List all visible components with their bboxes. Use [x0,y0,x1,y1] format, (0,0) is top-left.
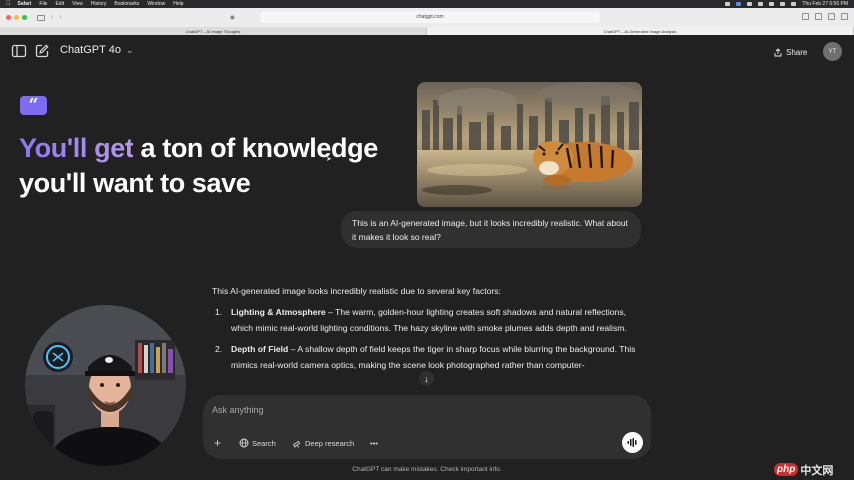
menu-app-safari[interactable]: Safari [18,1,32,7]
browser-tab[interactable]: ChatGPT – AI Image Thoughts [0,27,427,35]
control-center-icon[interactable] [791,2,797,6]
menu-bookmarks[interactable]: Bookmarks [114,1,139,7]
close-window-button[interactable] [6,15,11,20]
search-label: Search [252,438,276,448]
download-icon[interactable] [802,13,809,20]
mouse-cursor-icon: ➤ [326,156,332,163]
list-item-text: – A shallow depth of field keeps the tig… [231,344,636,370]
deep-research-label: Deep research [305,438,355,448]
menu-edit[interactable]: Edit [55,1,64,7]
attach-button[interactable]: + [214,436,221,450]
tab-overview-icon[interactable] [841,13,848,20]
user-message-bubble: This is an AI-generated image, but it lo… [341,211,641,248]
webcam-overlay [25,305,186,466]
user-avatar[interactable]: YT [823,42,842,61]
macos-menu-bar:  Safari File Edit View History Bookmark… [0,0,854,8]
forward-arrow-icon[interactable]: › [59,14,61,21]
new-chat-icon[interactable] [34,43,50,59]
list-item-title: Lighting & Atmosphere [231,307,326,317]
list-item-number: 2. [215,344,223,354]
spotlight-icon[interactable] [780,2,786,6]
voice-mode-button[interactable] [622,432,643,453]
telescope-icon [292,440,301,448]
tab-strip: ChatGPT – AI Image Thoughts ChatGPT – AI… [0,27,854,35]
tiger-illustration [417,82,642,207]
promo-headline-accent: You'll get [19,133,134,163]
quote-glyph: “ [28,95,39,115]
new-tab-icon[interactable] [828,13,835,20]
promo-headline: You'll get a ton of knowledge you'll wan… [19,131,419,201]
disclaimer: ChatGPT can make mistakes. Check importa… [352,466,502,473]
arrow-down-icon: ↓ [424,373,429,384]
back-arrow-icon[interactable]: ‹ [51,14,53,21]
menu-file[interactable]: File [39,1,47,7]
menu-clock[interactable]: Thu Feb 27 6:56 PM [802,1,848,7]
model-selector[interactable]: ChatGPT 4o ⌄ [60,44,134,56]
sidebar-toggle-icon[interactable] [37,14,45,21]
chat-header: ChatGPT 4o ⌄ Share YT [0,35,854,69]
upload-icon [774,47,782,56]
share-button[interactable]: Share [769,43,812,61]
status-icon[interactable] [725,2,731,6]
site-watermark: php 中文网 [774,461,833,478]
list-item: 1. Lighting & Atmosphere – The warm, gol… [212,304,640,336]
list-item-body: Lighting & Atmosphere – The warm, golden… [231,304,640,336]
share-sheet-icon[interactable] [815,13,822,20]
menu-history[interactable]: History [91,1,107,7]
battery-icon[interactable] [758,2,764,6]
privacy-shield-icon[interactable]: ◉ [230,14,235,21]
list-item-title: Depth of Field [231,344,289,354]
zoom-window-button[interactable] [22,15,27,20]
browser-toolbar: ‹ › ◉ chatgpt.com [0,8,854,27]
search-button[interactable]: Search [239,436,276,450]
prompt-input[interactable] [212,402,632,418]
wifi-icon[interactable] [769,2,775,6]
sidebar-toggle-icon[interactable] [11,43,27,59]
user-message-text: This is an AI-generated image, but it lo… [352,218,628,242]
address-bar[interactable]: chatgpt.com [260,11,600,23]
quote-icon: “ [20,96,47,115]
watermark-logo: php [774,463,799,476]
menu-help[interactable]: Help [173,1,183,7]
list-item: 2. Depth of Field – A shallow depth of f… [212,341,640,373]
scroll-down-button[interactable]: ↓ [419,371,434,386]
model-name: ChatGPT 4o [60,44,121,56]
browser-tab-label: ChatGPT – AI Image Thoughts [185,28,241,34]
browser-tab-label: ChatGPT – AI-Generated Image Analysis [603,28,677,34]
apple-icon[interactable]:  [6,1,11,7]
response-list: 1. Lighting & Atmosphere – The warm, gol… [212,304,640,373]
more-icon: ••• [370,438,378,448]
globe-icon [239,438,249,448]
more-options-button[interactable]: ••• [370,436,378,450]
plus-icon: + [214,436,222,450]
window-controls [6,15,27,20]
deep-research-button[interactable]: Deep research [292,436,354,450]
presenter-video [25,305,186,466]
tiger-image[interactable] [417,82,642,207]
waveform-icon [627,438,637,447]
message-composer: + Search Deep research ••• [203,395,651,459]
menu-view[interactable]: View [72,1,83,7]
watermark-text: 中文网 [800,464,834,477]
list-item-number: 1. [215,307,223,317]
browser-tab-active[interactable]: ChatGPT – AI-Generated Image Analysis [427,27,854,35]
menu-window[interactable]: Window [147,1,165,7]
response-intro: This AI-generated image looks incredibly… [212,286,501,296]
screen-record-icon[interactable] [736,2,742,6]
chevron-down-icon: ⌄ [125,44,134,55]
status-icon[interactable] [747,2,753,6]
minimize-window-button[interactable] [14,15,19,20]
share-label: Share [786,47,808,57]
url-text: chatgpt.com [416,14,444,20]
screen:  Safari File Edit View History Bookmark… [0,0,854,480]
status-icons: Thu Feb 27 6:56 PM [725,1,848,7]
toolbar-actions [802,13,848,20]
list-item-body: Depth of Field – A shallow depth of fiel… [231,341,640,373]
avatar-initials: YT [828,48,837,55]
